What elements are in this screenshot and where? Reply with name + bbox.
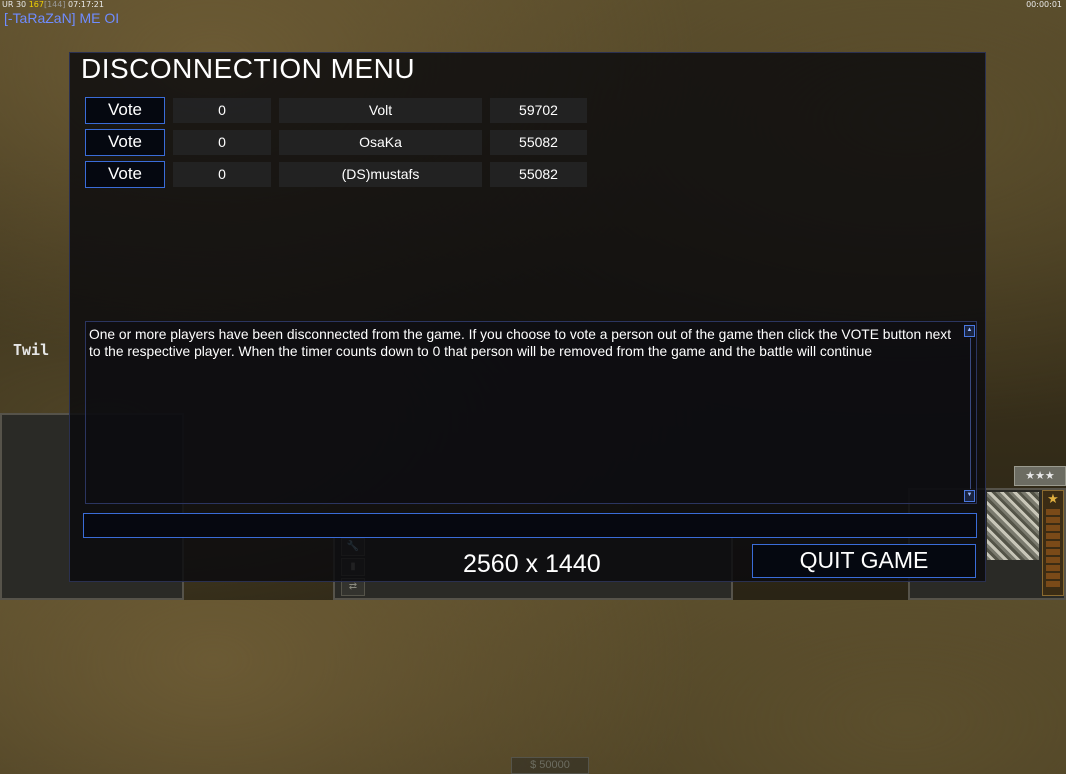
player-timer: 59702 bbox=[490, 98, 587, 123]
scroll-up-icon[interactable]: ▲ bbox=[964, 325, 975, 337]
disconnect-message: One or more players have been disconnect… bbox=[89, 327, 952, 359]
scrollbar[interactable] bbox=[970, 338, 971, 489]
resolution-label: 2560 x 1440 bbox=[463, 550, 601, 578]
money-display: $ 50000 bbox=[511, 757, 589, 774]
hud-clock: 07:17:21 bbox=[68, 0, 104, 9]
quit-game-button[interactable]: QUIT GAME bbox=[752, 544, 976, 578]
chat-input[interactable] bbox=[83, 513, 977, 538]
hud-stat-sub: [144] bbox=[43, 0, 66, 9]
dialog-title: DISCONNECTION MENU bbox=[81, 53, 416, 84]
player-timer: 55082 bbox=[490, 130, 587, 155]
vote-button[interactable]: Vote bbox=[85, 129, 165, 156]
player-name: OsaKa bbox=[279, 130, 482, 155]
chat-message: [-TaRaZaN] ME OI bbox=[4, 10, 120, 26]
vote-count: 0 bbox=[173, 98, 271, 123]
side-player-name: Twil bbox=[13, 341, 50, 359]
rank-progress-bar: ★ bbox=[1042, 490, 1064, 596]
hud-stat-highlight: 167 bbox=[28, 0, 44, 9]
player-name: (DS)mustafs bbox=[279, 162, 482, 187]
hud-stat-prefix: UR 30 bbox=[2, 0, 27, 9]
vote-count: 0 bbox=[173, 130, 271, 155]
vote-count: 0 bbox=[173, 162, 271, 187]
player-timer: 55082 bbox=[490, 162, 587, 187]
game-timer: 00:00:01 bbox=[1026, 0, 1062, 9]
disconnection-dialog: DISCONNECTION MENU Vote 0 Volt 59702 Vot… bbox=[69, 52, 986, 774]
vote-button[interactable]: Vote bbox=[85, 97, 165, 124]
scroll-down-icon[interactable]: ▼ bbox=[964, 490, 975, 502]
vote-button[interactable]: Vote bbox=[85, 161, 165, 188]
general-portrait bbox=[987, 492, 1039, 560]
hud-stats: UR 30 167[144] 07:17:21 bbox=[2, 0, 104, 9]
rank-stars-badge: ★★★ bbox=[1014, 466, 1066, 486]
star-icon: ★ bbox=[1047, 491, 1059, 506]
player-name: Volt bbox=[279, 98, 482, 123]
message-box: One or more players have been disconnect… bbox=[85, 321, 977, 774]
